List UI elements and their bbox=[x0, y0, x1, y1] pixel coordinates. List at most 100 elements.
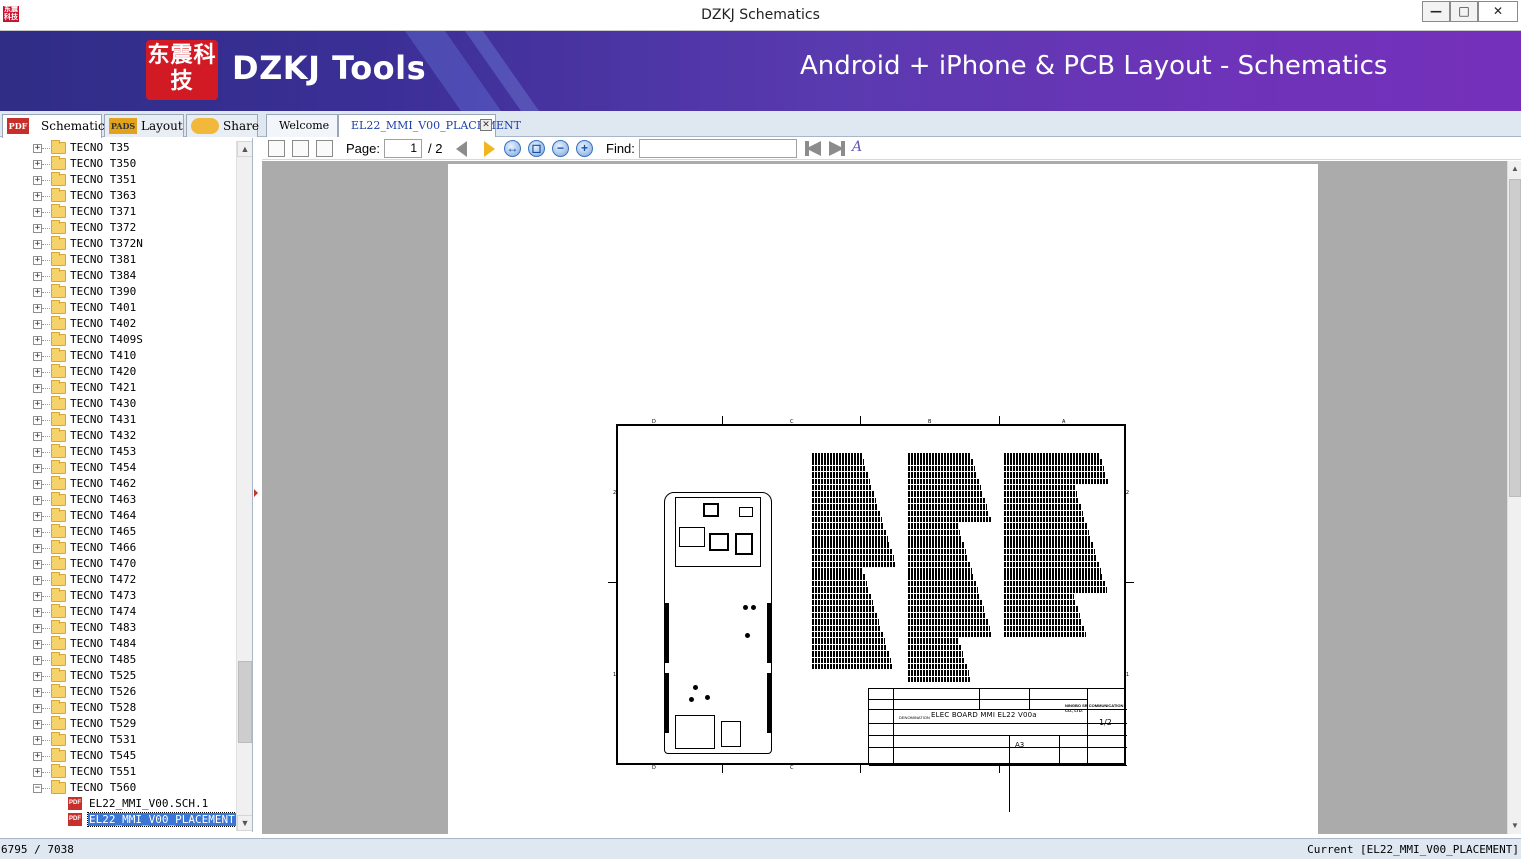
tree-folder-item[interactable]: + TECNO T410 bbox=[0, 348, 236, 364]
tree-folder-item[interactable]: + TECNO T545 bbox=[0, 748, 236, 764]
expand-plus-icon[interactable]: + bbox=[33, 704, 42, 713]
expand-plus-icon[interactable]: + bbox=[33, 192, 42, 201]
tree-folder-item[interactable]: + TECNO T484 bbox=[0, 636, 236, 652]
expand-plus-icon[interactable]: + bbox=[33, 512, 42, 521]
next-page-icon[interactable] bbox=[484, 141, 495, 157]
tree-folder-item[interactable]: + TECNO T372N bbox=[0, 236, 236, 252]
tree-folder-item[interactable]: + TECNO T432 bbox=[0, 428, 236, 444]
tree-folder-item[interactable]: + TECNO T381 bbox=[0, 252, 236, 268]
tree-folder-item-expanded[interactable]: − TECNO T560 bbox=[0, 780, 236, 796]
expand-plus-icon[interactable]: + bbox=[33, 272, 42, 281]
expand-plus-icon[interactable]: + bbox=[33, 336, 42, 345]
tree-folder-item[interactable]: + TECNO T351 bbox=[0, 172, 236, 188]
previous-page-icon[interactable] bbox=[456, 141, 467, 157]
expand-plus-icon[interactable]: + bbox=[33, 640, 42, 649]
tree-folder-item[interactable]: + TECNO T350 bbox=[0, 156, 236, 172]
maximize-button[interactable]: □ bbox=[1450, 1, 1478, 22]
tree-scrollbar[interactable]: ▲ ▼ bbox=[236, 141, 252, 831]
close-tab-icon[interactable]: ✕ bbox=[480, 119, 492, 131]
viewer-scrollbar[interactable]: ▲ ▼ bbox=[1507, 161, 1521, 834]
tree-folder-item[interactable]: + TECNO T372 bbox=[0, 220, 236, 236]
pdf-viewer[interactable]: D C B A D C 2 2 1 1 DENOMINATION ELEC BO… bbox=[262, 161, 1507, 834]
scroll-up-arrow-icon[interactable]: ▲ bbox=[237, 141, 252, 157]
scroll-down-arrow-icon[interactable]: ▼ bbox=[237, 815, 252, 831]
expand-plus-icon[interactable]: + bbox=[33, 656, 42, 665]
zoom-in-icon[interactable]: + bbox=[576, 140, 593, 157]
tree-folder-item[interactable]: + TECNO T401 bbox=[0, 300, 236, 316]
expand-plus-icon[interactable]: + bbox=[33, 624, 42, 633]
zoom-out-icon[interactable]: − bbox=[552, 140, 569, 157]
expand-plus-icon[interactable]: + bbox=[33, 288, 42, 297]
scroll-thumb[interactable] bbox=[1509, 179, 1521, 497]
fit-width-icon[interactable]: ↔ bbox=[504, 140, 521, 157]
scroll-thumb[interactable] bbox=[238, 661, 252, 743]
collapse-minus-icon[interactable]: − bbox=[33, 784, 42, 793]
tree-folder-item[interactable]: + TECNO T531 bbox=[0, 732, 236, 748]
expand-plus-icon[interactable]: + bbox=[33, 608, 42, 617]
tree-folder-item[interactable]: + TECNO T363 bbox=[0, 188, 236, 204]
expand-plus-icon[interactable]: + bbox=[33, 320, 42, 329]
fit-page-icon[interactable]: ◻ bbox=[528, 140, 545, 157]
continuous-page-icon[interactable] bbox=[316, 140, 333, 157]
find-input[interactable] bbox=[639, 139, 797, 158]
tree-folder-item[interactable]: + TECNO T431 bbox=[0, 412, 236, 428]
expand-plus-icon[interactable]: + bbox=[33, 768, 42, 777]
tree-folder-item[interactable]: + TECNO T384 bbox=[0, 268, 236, 284]
expand-plus-icon[interactable]: + bbox=[33, 416, 42, 425]
expand-plus-icon[interactable]: + bbox=[33, 368, 42, 377]
expand-plus-icon[interactable]: + bbox=[33, 672, 42, 681]
tree-folder-item[interactable]: + TECNO T473 bbox=[0, 588, 236, 604]
two-page-icon[interactable] bbox=[292, 140, 309, 157]
tree-folder-item[interactable]: + TECNO T470 bbox=[0, 556, 236, 572]
expand-plus-icon[interactable]: + bbox=[33, 736, 42, 745]
tree-folder-item[interactable]: + TECNO T390 bbox=[0, 284, 236, 300]
expand-plus-icon[interactable]: + bbox=[33, 576, 42, 585]
panel-collapse-arrow-icon[interactable] bbox=[254, 489, 258, 497]
expand-plus-icon[interactable]: + bbox=[33, 496, 42, 505]
scroll-down-arrow-icon[interactable]: ▼ bbox=[1508, 818, 1521, 834]
tree-folder-item[interactable]: + TECNO T525 bbox=[0, 668, 236, 684]
tree-file-item[interactable]: PDF EL22_MMI_V00_PLACEMENT bbox=[0, 812, 237, 828]
scroll-up-arrow-icon[interactable]: ▲ bbox=[1508, 161, 1521, 177]
expand-plus-icon[interactable]: + bbox=[33, 384, 42, 393]
tree-folder-item[interactable]: + TECNO T453 bbox=[0, 444, 236, 460]
tab-schematic[interactable]: PDF Schematic bbox=[2, 114, 105, 138]
tree-folder-item[interactable]: + TECNO T409S bbox=[0, 332, 236, 348]
tree-folder-item[interactable]: + TECNO T485 bbox=[0, 652, 236, 668]
doc-tab-placement[interactable]: EL22_MMI_V00_PLACEMENT ✕ bbox=[338, 114, 521, 137]
expand-plus-icon[interactable]: + bbox=[33, 176, 42, 185]
minimize-button[interactable]: — bbox=[1422, 1, 1450, 22]
expand-plus-icon[interactable]: + bbox=[33, 560, 42, 569]
doc-tab-welcome[interactable]: Welcome bbox=[266, 114, 338, 137]
expand-plus-icon[interactable]: + bbox=[33, 208, 42, 217]
expand-plus-icon[interactable]: + bbox=[33, 160, 42, 169]
tree-folder-item[interactable]: + TECNO T463 bbox=[0, 492, 236, 508]
tree-folder-item[interactable]: + TECNO T483 bbox=[0, 620, 236, 636]
tree-folder-item[interactable]: + TECNO T551 bbox=[0, 764, 236, 780]
tree-folder-item[interactable]: + TECNO T526 bbox=[0, 684, 236, 700]
page-number-input[interactable]: 1 bbox=[384, 139, 422, 158]
expand-plus-icon[interactable]: + bbox=[33, 688, 42, 697]
expand-plus-icon[interactable]: + bbox=[33, 240, 42, 249]
tree-folder-item[interactable]: + TECNO T472 bbox=[0, 572, 236, 588]
expand-plus-icon[interactable]: + bbox=[33, 528, 42, 537]
expand-plus-icon[interactable]: + bbox=[33, 448, 42, 457]
expand-plus-icon[interactable]: + bbox=[33, 144, 42, 153]
expand-plus-icon[interactable]: + bbox=[33, 464, 42, 473]
tree-folder-item[interactable]: + TECNO T465 bbox=[0, 524, 236, 540]
expand-plus-icon[interactable]: + bbox=[33, 400, 42, 409]
find-next-icon[interactable] bbox=[829, 141, 845, 156]
tree-folder-item[interactable]: + TECNO T420 bbox=[0, 364, 236, 380]
find-previous-icon[interactable] bbox=[805, 141, 821, 156]
find-options-icon[interactable]: A bbox=[852, 139, 862, 155]
expand-plus-icon[interactable]: + bbox=[33, 352, 42, 361]
expand-plus-icon[interactable]: + bbox=[33, 256, 42, 265]
expand-plus-icon[interactable]: + bbox=[33, 480, 42, 489]
tree-folder-item[interactable]: + TECNO T454 bbox=[0, 460, 236, 476]
expand-plus-icon[interactable]: + bbox=[33, 304, 42, 313]
tree-file-item[interactable]: PDF EL22_MMI_V00.SCH.1 bbox=[0, 796, 236, 812]
tab-share[interactable]: Share bbox=[186, 114, 259, 137]
expand-plus-icon[interactable]: + bbox=[33, 544, 42, 553]
expand-plus-icon[interactable]: + bbox=[33, 224, 42, 233]
tree-folder-item[interactable]: + TECNO T371 bbox=[0, 204, 236, 220]
